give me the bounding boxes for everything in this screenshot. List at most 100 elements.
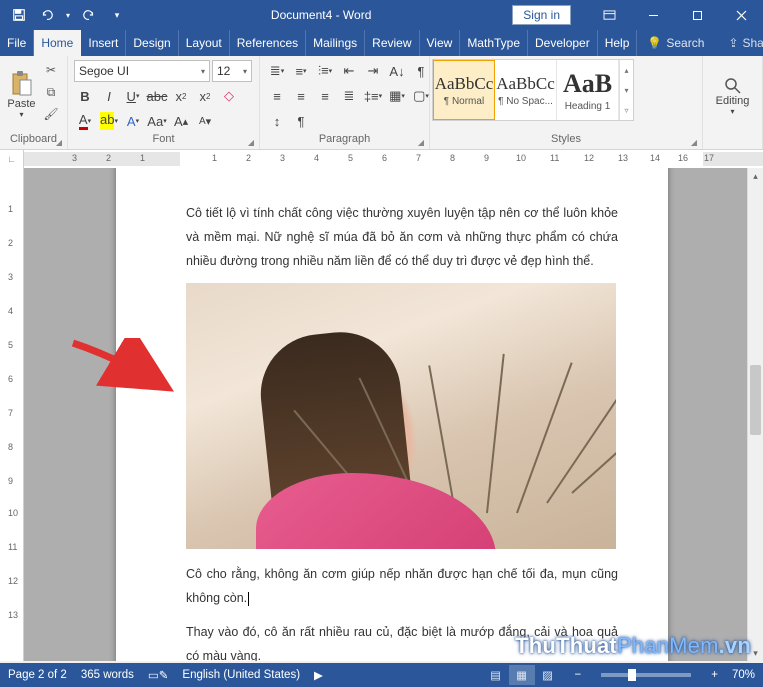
status-spellcheck-icon[interactable]: ▭✎ — [148, 668, 169, 682]
borders-button[interactable]: ▢▾ — [410, 85, 432, 107]
styles-launcher-icon[interactable]: ◢ — [688, 136, 700, 148]
show-marks-button[interactable]: ¶ — [410, 60, 432, 82]
tab-layout[interactable]: Layout — [179, 30, 230, 56]
cut-icon[interactable]: ✂ — [41, 60, 61, 80]
justify-button[interactable]: ≣ — [338, 85, 360, 107]
bullets-button[interactable]: ≣▾ — [266, 60, 288, 82]
paragraph-group-label: Paragraph — [319, 133, 370, 145]
paste-icon — [10, 70, 34, 98]
print-layout-icon[interactable]: ▦ — [509, 665, 535, 685]
ribbon-display-options-icon[interactable] — [587, 0, 631, 30]
status-language[interactable]: English (United States) — [182, 669, 300, 681]
zoom-in-icon[interactable]: + — [711, 669, 718, 681]
redo-icon[interactable] — [76, 2, 102, 28]
tab-home[interactable]: Home — [34, 30, 81, 56]
multilevel-list-button[interactable]: ⫶≡▾ — [314, 60, 336, 82]
sort-button[interactable]: A↓ — [386, 60, 408, 82]
zoom-level[interactable]: 70% — [732, 669, 755, 681]
gallery-more-icon[interactable]: ▿ — [620, 100, 633, 120]
zoom-out-icon[interactable]: − — [575, 669, 582, 681]
font-color-button[interactable]: A▾ — [74, 110, 96, 132]
font-launcher-icon[interactable]: ◢ — [245, 136, 257, 148]
style-heading1[interactable]: AaB Heading 1 — [557, 60, 619, 120]
paragraph-extra2-button[interactable]: ¶ — [290, 110, 312, 132]
italic-button[interactable]: I — [98, 85, 120, 107]
copy-icon[interactable]: ⧉ — [41, 82, 61, 102]
tab-review[interactable]: Review — [365, 30, 419, 56]
qat-customize-icon[interactable]: ▾ — [104, 2, 130, 28]
paragraph-extra1-button[interactable]: ↕ — [266, 110, 288, 132]
style-no-spacing[interactable]: AaBbCc ¶ No Spac... — [495, 60, 557, 120]
close-icon[interactable] — [719, 0, 763, 30]
clipboard-group-label: Clipboard — [10, 133, 57, 145]
shading-button[interactable]: ▦▾ — [386, 85, 408, 107]
scroll-up-icon[interactable]: ▴ — [748, 168, 763, 184]
align-center-button[interactable]: ≡ — [290, 85, 312, 107]
line-spacing-button[interactable]: ‡≡▾ — [362, 85, 384, 107]
status-macro-icon[interactable]: ▶ — [314, 668, 323, 682]
decrease-indent-button[interactable]: ⇤ — [338, 60, 360, 82]
read-mode-icon[interactable]: ▤ — [483, 665, 509, 685]
tab-mathtype[interactable]: MathType — [460, 30, 528, 56]
gallery-up-icon[interactable]: ▴ — [620, 60, 633, 80]
tab-developer[interactable]: Developer — [528, 30, 598, 56]
font-name-combo[interactable]: Segoe UI▾ — [74, 60, 210, 82]
paragraph-1[interactable]: Cô tiết lộ vì tính chất công việc thường… — [186, 202, 618, 273]
align-right-button[interactable]: ≡ — [314, 85, 336, 107]
tab-mailings[interactable]: Mailings — [306, 30, 365, 56]
style-preview: AaBbCc — [435, 74, 494, 94]
grow-font-button[interactable]: A▴ — [170, 110, 192, 132]
signin-button[interactable]: Sign in — [512, 5, 571, 25]
font-size-combo[interactable]: 12▾ — [212, 60, 252, 82]
paragraph-3[interactable]: Thay vào đó, cô ăn rất nhiều rau củ, đặc… — [186, 621, 618, 661]
status-page[interactable]: Page 2 of 2 — [8, 669, 67, 681]
scroll-down-icon[interactable]: ▾ — [748, 645, 763, 661]
paragraph-2[interactable]: Cô cho rằng, không ăn cơm giúp nếp nhăn … — [186, 563, 618, 611]
format-painter-icon[interactable]: 🖌 — [41, 104, 61, 124]
align-left-button[interactable]: ≡ — [266, 85, 288, 107]
horizontal-ruler[interactable]: 3 2 1 1 2 3 4 5 6 7 8 9 10 11 12 13 14 1… — [24, 150, 763, 168]
underline-button[interactable]: U▾ — [122, 85, 144, 107]
change-case-button[interactable]: Aa▾ — [146, 110, 168, 132]
bold-button[interactable]: B — [74, 85, 96, 107]
vertical-scrollbar[interactable]: ▴ ▾ — [747, 168, 763, 661]
tab-file[interactable]: File — [0, 30, 34, 56]
clipboard-launcher-icon[interactable]: ◢ — [53, 136, 65, 148]
styles-gallery[interactable]: AaBbCc ¶ Normal AaBbCc ¶ No Spac... AaB … — [432, 59, 634, 121]
tab-design[interactable]: Design — [126, 30, 178, 56]
share-button[interactable]: ⇪ Share — [714, 30, 763, 56]
tab-help[interactable]: Help — [598, 30, 638, 56]
subscript-button[interactable]: x2 — [170, 85, 192, 107]
vertical-ruler[interactable]: 12 34 56 78 910 1112 13 — [0, 168, 24, 661]
numbering-button[interactable]: ≡▾ — [290, 60, 312, 82]
increase-indent-button[interactable]: ⇥ — [362, 60, 384, 82]
save-icon[interactable] — [6, 2, 32, 28]
maximize-icon[interactable] — [675, 0, 719, 30]
strikethrough-button[interactable]: abc — [146, 85, 168, 107]
undo-icon[interactable] — [34, 2, 60, 28]
minimize-icon[interactable] — [631, 0, 675, 30]
document-page[interactable]: Cô tiết lộ vì tính chất công việc thường… — [116, 168, 668, 661]
tell-me-search[interactable]: 💡 Search — [637, 30, 714, 56]
ruler-corner[interactable]: ∟ — [0, 150, 24, 168]
clear-formatting-icon[interactable]: ◇ — [218, 85, 240, 107]
paste-button[interactable]: Paste ▾ — [6, 60, 37, 128]
superscript-button[interactable]: x2 — [194, 85, 216, 107]
style-normal[interactable]: AaBbCc ¶ Normal — [433, 60, 495, 120]
tab-references[interactable]: References — [230, 30, 306, 56]
status-words[interactable]: 365 words — [81, 669, 134, 681]
undo-dropdown-icon[interactable]: ▾ — [62, 2, 74, 28]
shrink-font-button[interactable]: A▾ — [194, 110, 216, 132]
scroll-thumb[interactable] — [750, 365, 761, 435]
highlight-button[interactable]: ab▾ — [98, 110, 120, 132]
document-image[interactable] — [186, 283, 616, 549]
lightbulb-icon: 💡 — [647, 36, 662, 50]
gallery-down-icon[interactable]: ▾ — [620, 80, 633, 100]
paragraph-launcher-icon[interactable]: ◢ — [415, 136, 427, 148]
editing-button[interactable]: Editing ▾ — [708, 63, 758, 131]
tab-insert[interactable]: Insert — [81, 30, 126, 56]
text-effects-button[interactable]: A▾ — [122, 110, 144, 132]
zoom-slider[interactable] — [601, 673, 691, 677]
tab-view[interactable]: View — [420, 30, 461, 56]
web-layout-icon[interactable]: ▨ — [535, 665, 561, 685]
